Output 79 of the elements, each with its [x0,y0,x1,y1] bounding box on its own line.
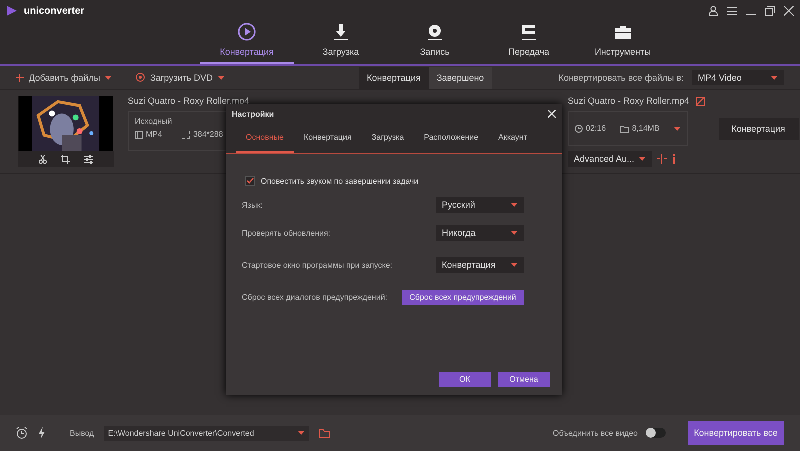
download-icon [332,22,350,42]
cancel-button[interactable]: Отмена [498,372,550,387]
settings-tab[interactable]: Основные [236,124,294,153]
nav-tab[interactable]: Запись [388,18,482,64]
close-icon[interactable] [784,6,794,16]
notify-checkbox[interactable] [245,176,255,186]
folder-icon [620,124,630,132]
notify-label: Оповестить звуком по завершении задачи [261,176,419,186]
reset-warnings-button[interactable]: Сброс всех предупреждений [402,290,524,304]
setting-label: Сброс всех диалогов предупреждений: [242,292,388,302]
setting-select[interactable]: Конвертация [436,257,524,273]
settings-tab[interactable]: Конвертация [294,124,362,153]
caret-icon [511,231,518,235]
logo-icon [6,5,18,17]
check-icon [246,178,254,184]
status-tab[interactable]: Конвертация [359,66,429,88]
add-files-button[interactable]: Добавить файлы [16,72,112,82]
folder-icon[interactable] [319,428,330,438]
alarm-clock-icon[interactable] [16,427,28,439]
convert-all-button[interactable]: Конвертировать все [688,421,784,445]
dialog-title: Настройки [232,110,274,118]
edit-icon[interactable] [696,96,705,106]
setting-label: Язык: [242,200,263,210]
audio-select[interactable]: Advanced Au... [568,151,652,167]
source-file-name: Suzi Quatro - Roxy Roller.mp4 [128,96,251,106]
load-dvd-button[interactable]: Загрузить DVD [136,72,226,82]
scissors-icon [39,154,47,164]
resolution-text: 384*288 [182,130,224,139]
source-label: Исходный [135,117,174,126]
film-icon [135,130,143,138]
plus-icon [16,74,24,82]
clock-icon [575,124,583,132]
format-text: MP4 [135,130,162,139]
app-name: uniconverter [24,6,85,16]
merge-label: Объединить все видео [552,428,638,438]
close-icon[interactable] [548,110,556,118]
user-icon[interactable] [709,6,718,16]
convert-icon [237,22,257,42]
caret-icon[interactable] [674,126,681,130]
info-icon[interactable] [672,154,676,164]
nav-tab[interactable]: Инструменты [576,18,670,64]
settings-tab[interactable]: Расположение [414,124,489,153]
split-icon[interactable] [657,154,667,164]
caret-icon [639,157,646,161]
settings-tab[interactable]: Загрузка [362,124,414,153]
lightning-icon[interactable] [38,427,46,439]
setting-label: Проверять обновления: [242,228,331,238]
caret-icon [105,76,112,80]
nav-tab[interactable]: Конвертация [200,18,294,64]
caret-icon [298,431,306,435]
caret-icon [771,76,778,80]
menu-icon[interactable] [727,6,737,16]
maximize-icon[interactable] [765,6,775,16]
disc-icon [136,73,146,82]
expand-icon [182,130,190,138]
setting-select[interactable]: Никогда [436,225,524,241]
caret-icon [511,203,518,207]
setting-label: Стартовое окно программы при запуске: [242,260,393,270]
transfer-icon [519,22,539,42]
caret-icon [511,263,518,267]
ok-button[interactable]: ОК [439,372,491,387]
nav-tab[interactable]: Передача [482,18,576,64]
output-label: Вывод [70,428,94,438]
caret-icon [218,76,226,80]
sliders-icon [84,154,93,164]
crop-icon [61,154,70,164]
duration-text: 02:16 [575,124,606,133]
status-tab[interactable]: Завершено [428,66,492,88]
format-select[interactable]: MP4 Video [692,70,784,85]
setting-select[interactable]: Русский [436,197,524,213]
output-path-field[interactable]: E:\Wondershare UniConverter\Converted [104,426,310,440]
merge-toggle[interactable] [646,428,666,438]
size-text: 8,14MB [620,124,660,133]
convert-button[interactable]: Конвертация [718,118,799,140]
disc-icon [426,22,444,42]
target-file-name: Suzi Quatro - Roxy Roller.mp4 [568,96,690,106]
settings-tab[interactable]: Аккаунт [488,124,538,153]
nav-tab[interactable]: Загрузка [294,18,388,64]
convert-all-label: Конвертировать все файлы в: [558,72,684,82]
